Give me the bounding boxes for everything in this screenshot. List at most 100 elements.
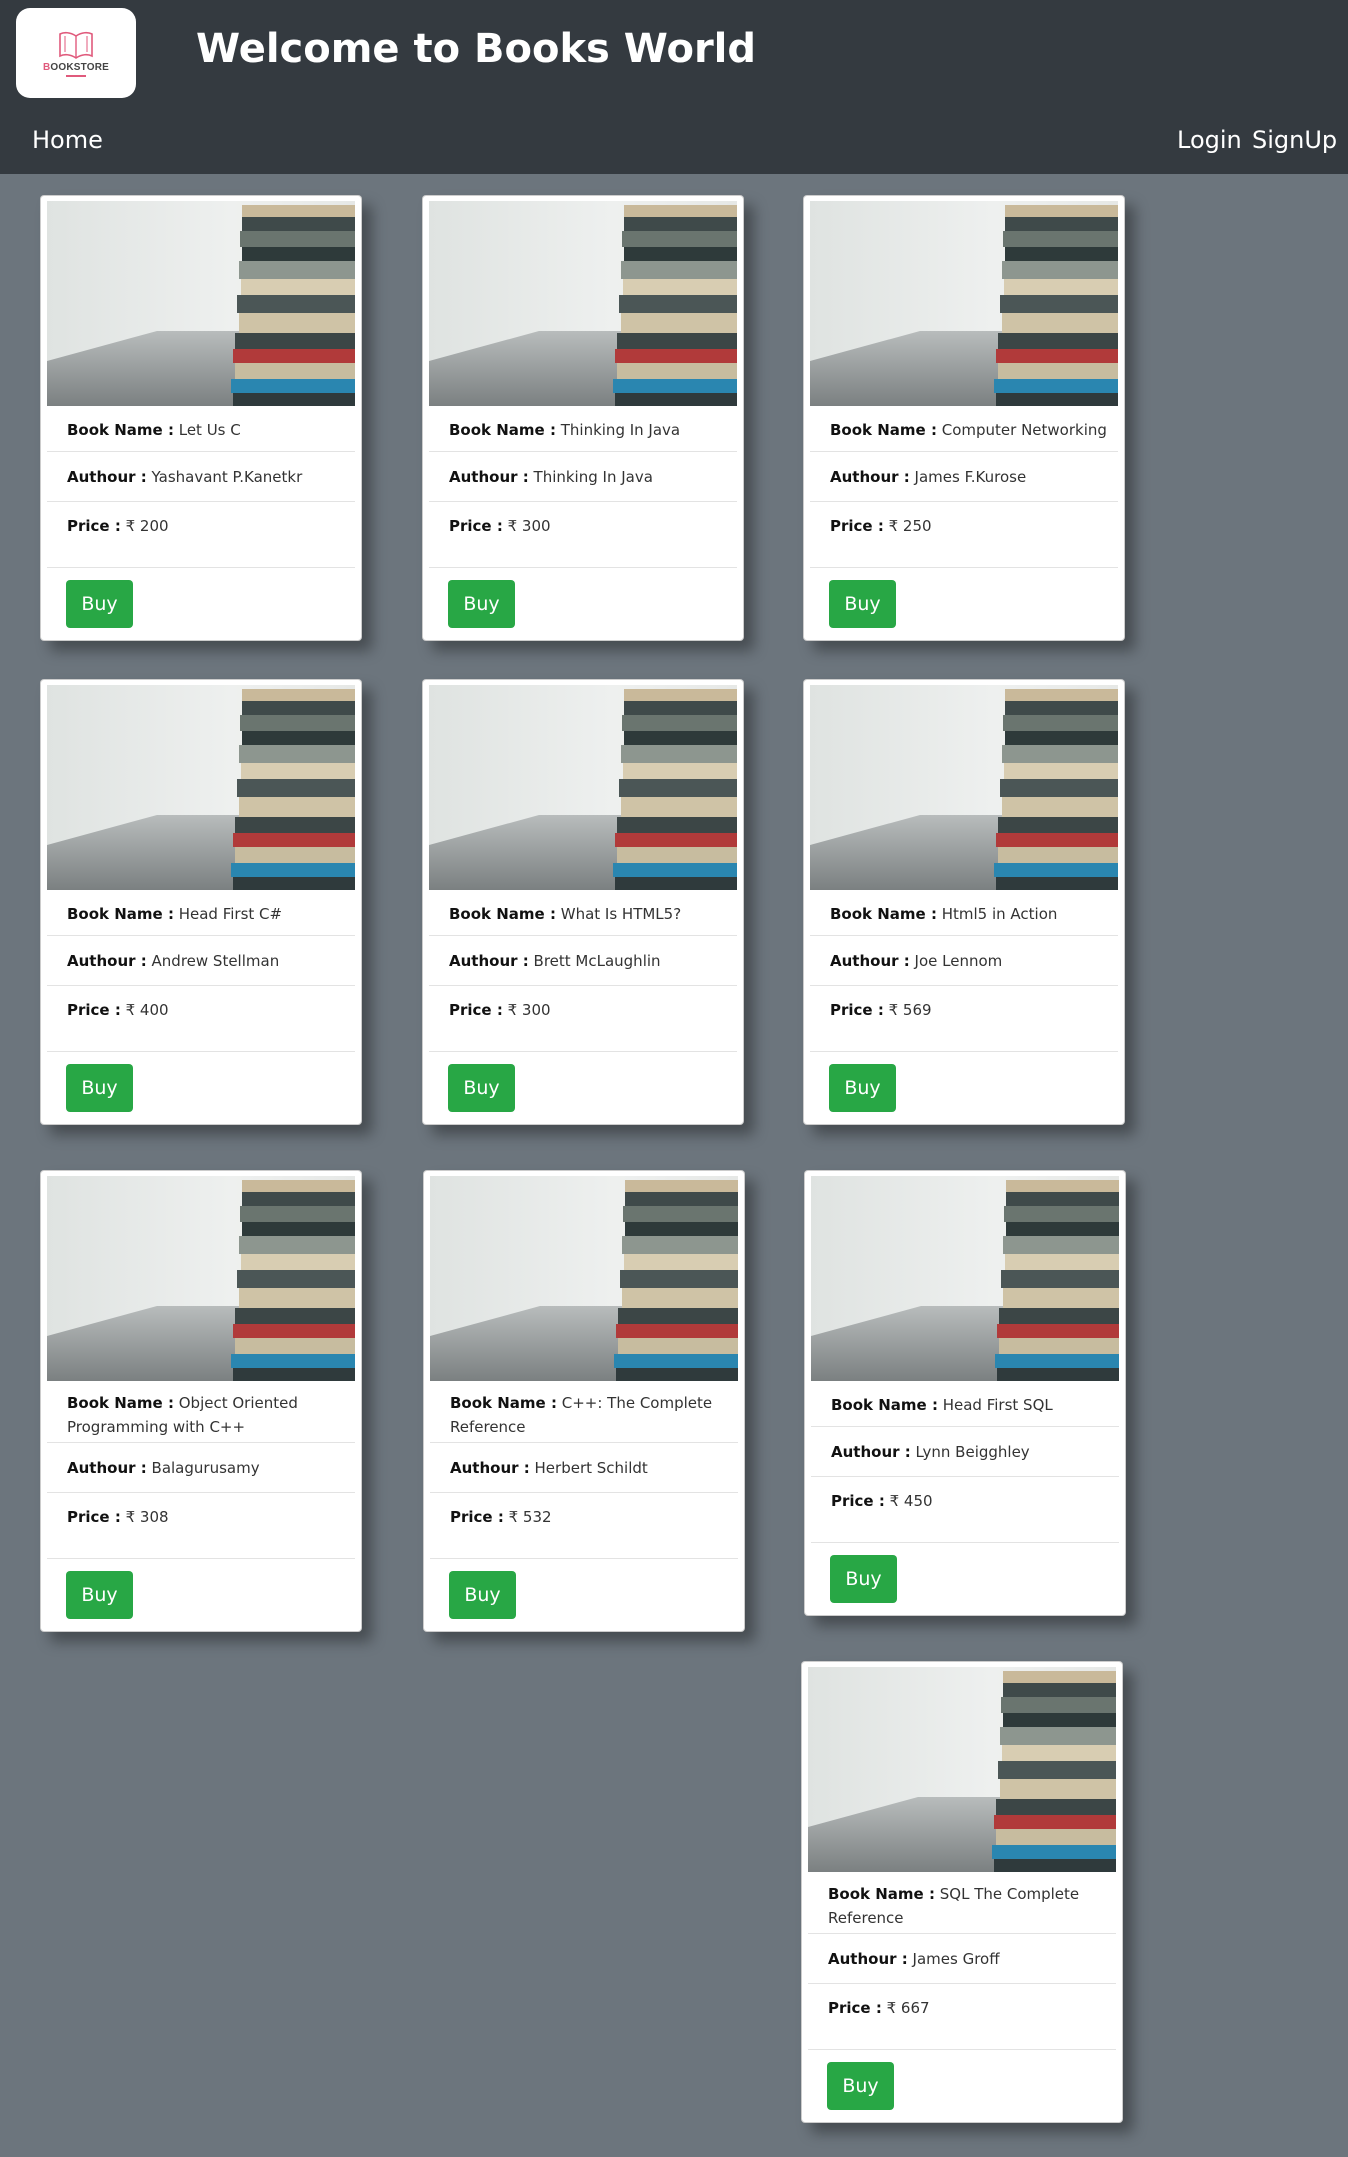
book-name-value: Html5 in Action <box>941 905 1058 923</box>
book-price-label: Price : <box>67 1001 121 1019</box>
book-author-value: Herbert Schildt <box>534 1459 648 1477</box>
book-author-label: Authour : <box>449 952 529 970</box>
book-price-row: Price : ₹ 308 <box>47 1493 355 1559</box>
book-author-row: Authour : James F.Kurose <box>810 453 1118 502</box>
buy-button[interactable]: Buy <box>66 1571 133 1619</box>
book-card: Book Name : Computer Networking Authour … <box>803 195 1125 641</box>
book-card: Book Name : Head First SQL Authour : Lyn… <box>804 1170 1126 1616</box>
book-stack-image <box>429 685 737 890</box>
book-author-label: Authour : <box>831 1443 911 1461</box>
book-author-value: Joe Lennom <box>914 952 1003 970</box>
book-name-row: Book Name : SQL The Complete Reference <box>808 1874 1116 1934</box>
book-name-row: Book Name : What Is HTML5? <box>429 892 737 936</box>
page-title: Welcome to Books World <box>196 26 757 72</box>
book-author-value: Brett McLaughlin <box>533 952 661 970</box>
header-bar: BOOKSTORE Welcome to Books World Home Lo… <box>0 0 1348 174</box>
book-name-value: Computer Networking <box>941 421 1107 439</box>
book-author-label: Authour : <box>449 468 529 486</box>
book-author-value: Balagurusamy <box>151 1459 260 1477</box>
book-stack-image <box>808 1667 1116 1872</box>
buy-button[interactable]: Buy <box>448 1064 515 1112</box>
buy-button[interactable]: Buy <box>66 580 133 628</box>
buy-button[interactable]: Buy <box>449 1571 516 1619</box>
book-name-label: Book Name : <box>831 1396 938 1414</box>
book-author-label: Authour : <box>830 952 910 970</box>
book-author-row: Authour : Thinking In Java <box>429 453 737 502</box>
book-author-label: Authour : <box>67 468 147 486</box>
book-cover-image <box>47 1176 355 1381</box>
book-price-label: Price : <box>67 1508 121 1526</box>
book-name-label: Book Name : <box>449 421 556 439</box>
book-price-row: Price : ₹ 667 <box>808 1984 1116 2050</box>
book-name-label: Book Name : <box>830 905 937 923</box>
book-name-row: Book Name : Head First C# <box>47 892 355 936</box>
book-name-row: Book Name : Html5 in Action <box>810 892 1118 936</box>
book-price-value: ₹ 569 <box>888 1001 932 1019</box>
book-author-row: Authour : Herbert Schildt <box>430 1444 738 1493</box>
book-stack-image <box>429 201 737 406</box>
logo-text: BOOKSTORE <box>42 61 110 73</box>
book-author-row: Authour : Balagurusamy <box>47 1444 355 1493</box>
book-cover-image <box>429 201 737 406</box>
book-author-value: James Groff <box>912 1950 1000 1968</box>
book-price-value: ₹ 250 <box>888 517 932 535</box>
book-author-row: Authour : Yashavant P.Kanetkr <box>47 453 355 502</box>
book-cover-image <box>47 685 355 890</box>
buy-button[interactable]: Buy <box>448 580 515 628</box>
book-name-value: What Is HTML5? <box>560 905 682 923</box>
book-author-row: Authour : Andrew Stellman <box>47 937 355 986</box>
book-stack-image <box>47 685 355 890</box>
book-price-value: ₹ 450 <box>889 1492 933 1510</box>
book-author-row: Authour : James Groff <box>808 1935 1116 1984</box>
book-name-value: Head First C# <box>178 905 283 923</box>
book-price-value: ₹ 300 <box>507 1001 551 1019</box>
book-author-label: Authour : <box>450 1459 530 1477</box>
book-stack-image <box>810 201 1118 406</box>
book-author-label: Authour : <box>830 468 910 486</box>
book-price-label: Price : <box>449 1001 503 1019</box>
book-name-label: Book Name : <box>449 905 556 923</box>
book-price-label: Price : <box>450 1508 504 1526</box>
nav-login-link[interactable]: Login <box>1177 126 1242 154</box>
book-price-row: Price : ₹ 532 <box>430 1493 738 1559</box>
book-price-row: Price : ₹ 300 <box>429 986 737 1052</box>
nav-signup-link[interactable]: SignUp <box>1252 126 1337 154</box>
book-price-row: Price : ₹ 450 <box>811 1477 1119 1543</box>
book-card: Book Name : Let Us C Authour : Yashavant… <box>40 195 362 641</box>
book-cover-image <box>47 201 355 406</box>
book-author-value: Lynn Beigghley <box>915 1443 1030 1461</box>
book-stack-image <box>430 1176 738 1381</box>
buy-button[interactable]: Buy <box>66 1064 133 1112</box>
buy-button[interactable]: Buy <box>827 2062 894 2110</box>
book-cover-image <box>808 1667 1116 1872</box>
book-price-value: ₹ 532 <box>508 1508 552 1526</box>
book-stack-image <box>811 1176 1119 1381</box>
book-card: Book Name : What Is HTML5? Authour : Bre… <box>422 679 744 1125</box>
book-cover-image <box>810 685 1118 890</box>
book-author-value: Yashavant P.Kanetkr <box>151 468 303 486</box>
book-price-value: ₹ 200 <box>125 517 169 535</box>
book-price-row: Price : ₹ 569 <box>810 986 1118 1052</box>
buy-button[interactable]: Buy <box>829 580 896 628</box>
book-price-label: Price : <box>449 517 503 535</box>
book-name-row: Book Name : Head First SQL <box>811 1383 1119 1427</box>
book-name-label: Book Name : <box>67 1394 174 1412</box>
buy-button[interactable]: Buy <box>829 1064 896 1112</box>
book-price-value: ₹ 300 <box>507 517 551 535</box>
book-card: Book Name : C++: The Complete Reference … <box>423 1170 745 1632</box>
book-stack-image <box>810 685 1118 890</box>
book-card: Book Name : SQL The Complete Reference A… <box>801 1661 1123 2123</box>
buy-button[interactable]: Buy <box>830 1555 897 1603</box>
bookstore-logo[interactable]: BOOKSTORE <box>16 8 136 98</box>
nav-home-link[interactable]: Home <box>32 126 103 154</box>
book-price-row: Price : ₹ 200 <box>47 502 355 568</box>
book-price-value: ₹ 400 <box>125 1001 169 1019</box>
book-price-row: Price : ₹ 400 <box>47 986 355 1052</box>
book-author-label: Authour : <box>67 1459 147 1477</box>
logo-underline <box>66 74 86 77</box>
book-author-value: Andrew Stellman <box>151 952 280 970</box>
book-price-value: ₹ 667 <box>886 1999 930 2017</box>
book-name-row: Book Name : Let Us C <box>47 408 355 452</box>
book-name-label: Book Name : <box>67 905 174 923</box>
book-price-row: Price : ₹ 250 <box>810 502 1118 568</box>
